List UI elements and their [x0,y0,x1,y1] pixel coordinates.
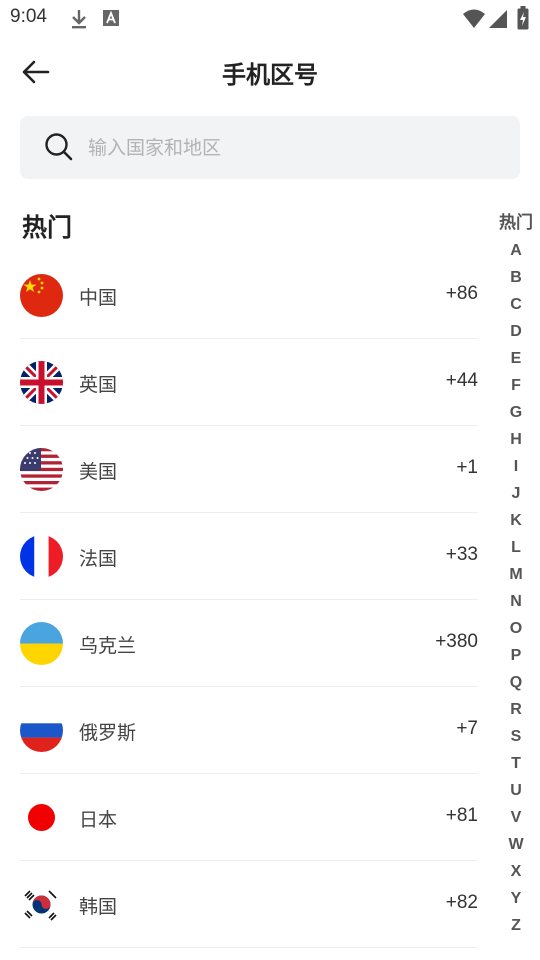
index-letter-u[interactable]: U [496,777,536,804]
country-name: 法国 [79,548,118,570]
index-letter-b[interactable]: B [496,264,536,291]
alphabet-index-bar[interactable]: 热门 A B C D E F G H I J K L M N O P Q R S… [496,210,536,939]
country-code: +1 [456,457,478,478]
index-letter-c[interactable]: C [496,291,536,318]
index-letter-f[interactable]: F [496,372,536,399]
china-flag-icon [20,274,63,317]
search-input[interactable] [88,116,498,179]
index-letter-p[interactable]: P [496,642,536,669]
index-letter-s[interactable]: S [496,723,536,750]
usa-flag-icon [20,448,63,491]
country-code: +44 [445,370,478,391]
index-letter-z[interactable]: Z [496,912,536,939]
country-code: +33 [445,544,478,565]
country-code: +82 [445,892,478,913]
country-code: +7 [456,718,478,739]
index-letter-k[interactable]: K [496,507,536,534]
index-letter-h[interactable]: H [496,426,536,453]
index-letter-hot[interactable]: 热门 [496,210,536,237]
index-letter-l[interactable]: L [496,534,536,561]
country-row-korea[interactable]: 韩国 +82 [20,861,478,948]
japan-flag-icon [20,796,63,839]
index-letter-r[interactable]: R [496,696,536,723]
country-name: 中国 [79,287,118,309]
index-letter-o[interactable]: O [496,615,536,642]
index-letter-e[interactable]: E [496,345,536,372]
country-name: 乌克兰 [79,635,137,657]
index-letter-q[interactable]: Q [496,669,536,696]
page-title: 手机区号 [222,61,318,89]
index-letter-m[interactable]: M [496,561,536,588]
country-name: 英国 [79,374,118,396]
search-box[interactable] [20,116,520,179]
country-name: 俄罗斯 [79,722,137,744]
country-name: 日本 [79,809,118,831]
index-letter-j[interactable]: J [496,480,536,507]
russia-flag-icon [20,709,63,752]
index-letter-y[interactable]: Y [496,885,536,912]
download-icon [69,8,89,34]
country-row-france[interactable]: 法国 +33 [20,513,478,600]
country-row-china[interactable]: 中国 +86 [20,252,478,339]
korea-flag-icon [20,883,63,926]
country-row-uk[interactable]: 英国 +44 [20,339,478,426]
status-time: 9:04 [10,6,47,27]
header: 手机区号 [0,40,540,104]
index-letter-n[interactable]: N [496,588,536,615]
signal-icon [488,8,508,34]
index-letter-w[interactable]: W [496,831,536,858]
country-code: +86 [445,283,478,304]
index-letter-d[interactable]: D [496,318,536,345]
country-list: 中国 +86 英国 +44 美国 +1 法国 +33 乌克兰 +380 俄罗斯 [20,252,478,948]
index-letter-t[interactable]: T [496,750,536,777]
search-icon [44,132,74,162]
country-row-japan[interactable]: 日本 +81 [20,774,478,861]
france-flag-icon [20,535,63,578]
country-code: +81 [445,805,478,826]
uk-flag-icon [20,361,63,404]
country-row-russia[interactable]: 俄罗斯 +7 [20,687,478,774]
country-row-usa[interactable]: 美国 +1 [20,426,478,513]
ukraine-flag-icon [20,622,63,665]
country-row-ukraine[interactable]: 乌克兰 +380 [20,600,478,687]
country-name: 韩国 [79,896,118,918]
country-code: +380 [435,631,478,652]
battery-charging-icon [517,6,529,34]
index-letter-a[interactable]: A [496,237,536,264]
country-name: 美国 [79,461,118,483]
a-notification-icon [102,8,120,32]
status-bar: 9:04 [0,0,540,36]
section-title-hot: 热门 [22,213,73,242]
index-letter-v[interactable]: V [496,804,536,831]
index-letter-i[interactable]: I [496,453,536,480]
wifi-icon [462,8,486,34]
index-letter-g[interactable]: G [496,399,536,426]
index-letter-x[interactable]: X [496,858,536,885]
